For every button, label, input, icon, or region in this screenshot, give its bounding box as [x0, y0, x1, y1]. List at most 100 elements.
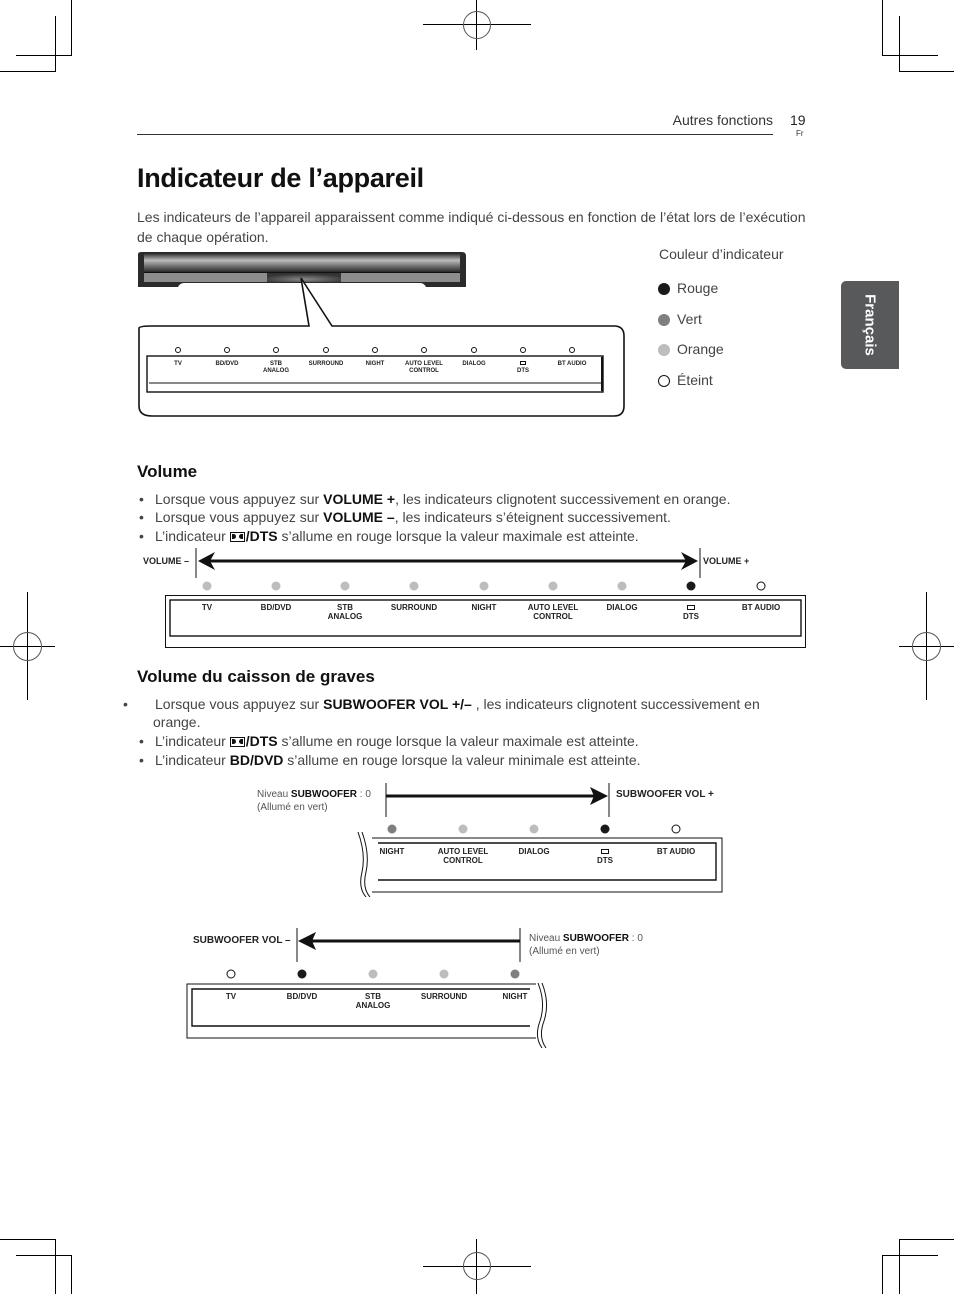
indicator-label-line1: TV — [174, 361, 182, 367]
indicator-label: DIALOG — [462, 361, 485, 368]
indicator-label-line1: SURROUND — [420, 992, 468, 1001]
bullet-icon: • — [139, 752, 144, 768]
bullet-item: • Lorsque vous appuyez sur VOLUME +, les … — [137, 490, 807, 508]
bullet-text: Lorsque vous appuyez sur — [155, 509, 324, 525]
dolby-logo-icon — [520, 361, 526, 365]
subwoofer-minus-label: SUBWOOFER VOL – — [193, 935, 291, 946]
indicator-label-line1: NIGHT — [471, 603, 497, 612]
indicator-label-line2: DTS — [683, 612, 699, 621]
legend-label: Vert — [677, 311, 702, 327]
indicator-label-line1: BD/DVD — [215, 361, 239, 367]
subwoofer-up-note: Niveau SUBWOOFER : 0 (Allumé en vert) — [257, 789, 371, 813]
indicator-label: DIALOG — [606, 603, 637, 612]
indicator-label-line1: NIGHT — [365, 361, 385, 367]
indicator-led — [372, 347, 378, 353]
indicator-label-line1: AUTO LEVEL — [527, 603, 579, 612]
bullet-item: • Lorsque vous appuyez sur SUBWOOFER VOL … — [123, 695, 808, 731]
indicator-label: DIALOG — [518, 847, 549, 856]
indicator-label-line1: BT AUDIO — [557, 361, 587, 367]
indicator-label-line1: SURROUND — [390, 603, 438, 612]
indicator-label-line1: BD/DVD — [286, 992, 318, 1001]
bullet-keyword: BD/DVD — [229, 752, 284, 768]
bullet-text: Lorsque vous appuyez sur — [155, 491, 324, 507]
bullet-item: • Lorsque vous appuyez sur VOLUME –, les … — [137, 508, 807, 526]
indicator-label: SURROUND — [309, 361, 344, 368]
indicator-led — [458, 824, 468, 834]
indicator-led — [409, 581, 419, 591]
legend-item: Éteint — [658, 371, 713, 389]
legend-item: Vert — [658, 310, 702, 328]
indicator-led — [569, 347, 575, 353]
indicator-label: STB ANALOG — [263, 361, 289, 374]
indicator-led — [479, 581, 489, 591]
indicator-label-line2: CONTROL — [533, 612, 573, 621]
bullet-icon: • — [123, 696, 128, 712]
indicator-label: BT AUDIO — [742, 603, 780, 612]
volume-plus-label: VOLUME + — [703, 556, 750, 566]
bullet-item: • L’indicateur /DTS s’allume en rouge lor… — [137, 732, 807, 750]
indicator-led — [686, 581, 696, 591]
indicator-label: BT AUDIO — [657, 847, 695, 856]
indicator-label: SURROUND — [391, 603, 437, 612]
bullet-text: L’indicateur — [155, 528, 230, 544]
indicator-label-line1: AUTO LEVEL — [437, 847, 489, 856]
bullet-text: L’indicateur — [155, 733, 230, 749]
indicator-label-line1: DIALOG — [462, 361, 486, 367]
indicator-label: BD/DVD — [215, 361, 238, 368]
indicator-label: NIGHT — [366, 361, 385, 368]
bullet-icon: • — [139, 491, 144, 507]
legend-label: Rouge — [677, 280, 719, 296]
legend-label: Éteint — [677, 372, 713, 388]
indicator-label-line1: TV — [201, 603, 213, 612]
indicator-led — [756, 581, 766, 591]
page-number: 19 — [790, 112, 806, 128]
indicator-label-line1: STB — [270, 361, 282, 367]
volume-minus-label: VOLUME – — [143, 556, 190, 566]
indicator-led — [271, 581, 281, 591]
indicator-dot-icon — [658, 283, 670, 296]
indicator-label: AUTO LEVEL CONTROL — [405, 361, 443, 374]
indicator-label-line1: DIALOG — [518, 847, 550, 856]
indicator-label: BD/DVD — [287, 992, 318, 1001]
indicator-label: AUTO LEVEL CONTROL — [528, 603, 579, 621]
indicator-led — [226, 969, 236, 979]
bullet-text: Lorsque vous appuyez sur — [155, 696, 324, 712]
language-tab: Français — [841, 281, 899, 369]
indicator-label-line2: DTS — [597, 856, 613, 865]
volume-heading: Volume — [137, 462, 198, 481]
language-tab-label: Français — [861, 294, 879, 356]
bullet-text: s’allume en rouge lorsque la valeur maxi… — [277, 528, 639, 544]
bullet-text: L’indicateur — [155, 752, 230, 768]
legend-label: Orange — [677, 341, 724, 357]
bullet-item: • L’indicateur BD/DVD s’allume en rouge l… — [137, 751, 807, 769]
legend-item: Orange — [658, 340, 724, 358]
bullet-text: s’allume en rouge lorsque la valeur mini… — [283, 752, 641, 768]
indicator-label: SURROUND — [421, 992, 467, 1001]
section-title: Autres fonctions — [672, 112, 773, 128]
indicator-label: DTS — [597, 847, 613, 865]
indicator-label: STB ANALOG — [328, 603, 363, 621]
intro-paragraph: Les indicateurs de l’appareil apparaisse… — [137, 209, 806, 245]
volume-arrow — [195, 548, 701, 578]
header-rule — [137, 134, 773, 135]
bullet-keyword: VOLUME + — [323, 491, 396, 507]
indicator-led — [510, 969, 520, 979]
subwoofer-plus-arrow — [385, 783, 610, 817]
indicator-label-line1: NIGHT — [502, 992, 528, 1001]
dolby-logo-icon — [687, 605, 695, 610]
bullet-icon: • — [139, 509, 144, 525]
indicator-dot-icon — [658, 375, 670, 388]
bullet-icon: • — [139, 528, 144, 544]
indicator-led — [617, 581, 627, 591]
indicator-led — [600, 824, 610, 834]
indicator-label-line1: SURROUND — [308, 361, 344, 367]
indicator-led — [439, 969, 449, 979]
page-title: Indicateur de l’appareil — [137, 163, 424, 193]
indicator-led — [520, 347, 526, 353]
bullet-text: , les indicateurs s’éteignent successive… — [394, 509, 671, 525]
indicator-label-line1: BT AUDIO — [741, 603, 781, 612]
bullet-text: s’allume en rouge lorsque la valeur maxi… — [277, 733, 639, 749]
indicator-label: TV — [202, 603, 212, 612]
indicator-dot-icon — [658, 344, 670, 357]
indicator-label: DTS — [517, 361, 529, 374]
